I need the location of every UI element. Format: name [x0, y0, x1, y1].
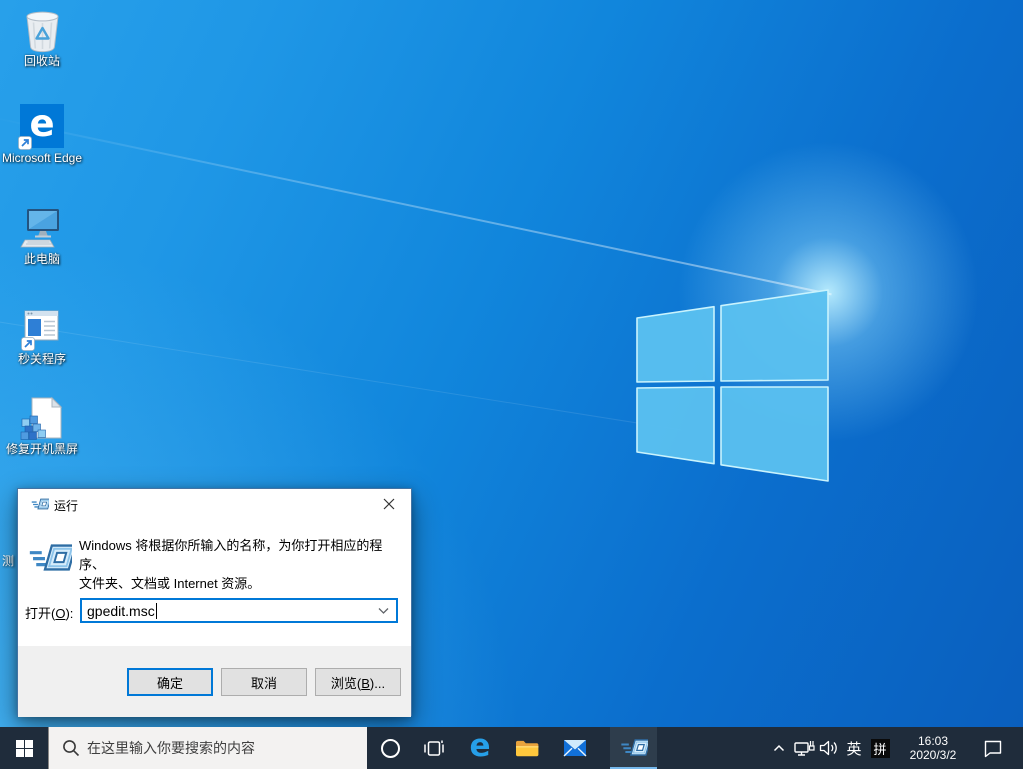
- run-dialog-titlebar[interactable]: 运行: [18, 489, 411, 519]
- run-dialog: 运行 Windows 将根据你所输入的名称，为你打开相应的程序、 文件夹、文档或…: [17, 488, 412, 716]
- taskbar-search-box[interactable]: [48, 727, 367, 769]
- app-window-icon: [19, 305, 65, 351]
- file-explorer-button[interactable]: [504, 727, 550, 769]
- desktop-icon-label: 修复开机黑屏: [0, 442, 84, 456]
- action-center-icon: [982, 738, 1004, 758]
- desktop-icon-microsoft-edge[interactable]: e Microsoft Edge: [0, 103, 84, 165]
- volume-tray-button[interactable]: [816, 727, 840, 769]
- shortcut-arrow-icon: [18, 136, 32, 150]
- run-icon: [620, 736, 648, 759]
- desktop-icon-label-partial: 测: [2, 552, 16, 569]
- windows-start-icon: [16, 740, 33, 757]
- close-icon: [383, 498, 395, 510]
- ok-button[interactable]: 确定: [127, 668, 213, 696]
- recycle-bin-icon: [19, 7, 65, 53]
- desktop-icon-label: Microsoft Edge: [0, 151, 84, 165]
- ime-pinyin-icon: 拼: [871, 739, 890, 758]
- dialog-title: 运行: [54, 497, 78, 514]
- dialog-footer: 确定 取消 浏览(B)...: [18, 646, 411, 717]
- desktop-icon-app-shortcut[interactable]: 秒关程序: [0, 305, 84, 366]
- task-view-button[interactable]: [412, 727, 456, 769]
- dialog-message: Windows 将根据你所输入的名称，为你打开相应的程序、 文件夹、文档或 In…: [79, 536, 399, 593]
- desktop-icon-label: 秒关程序: [0, 352, 84, 366]
- desktop-icon-label: 回收站: [0, 54, 84, 68]
- search-input[interactable]: [49, 727, 367, 769]
- network-tray-button[interactable]: [792, 727, 816, 769]
- edge-taskbar-button[interactable]: e: [458, 727, 502, 769]
- chevron-up-icon: [771, 741, 787, 755]
- registry-file-icon: [19, 395, 65, 441]
- this-pc-icon: [19, 205, 65, 251]
- ime-language-indicator[interactable]: 英: [842, 727, 866, 769]
- dialog-message-line2: 文件夹、文档或 Internet 资源。: [79, 574, 399, 593]
- run-icon-large: [28, 539, 72, 576]
- open-field-label: 打开(O):: [25, 603, 73, 622]
- dialog-message-line1: Windows 将根据你所输入的名称，为你打开相应的程序、: [79, 536, 399, 574]
- desktop-icon-this-pc[interactable]: 此电脑: [0, 205, 84, 266]
- open-input-value: gpedit.msc: [82, 603, 155, 619]
- mail-icon: [562, 737, 588, 759]
- desktop-icon-label: 此电脑: [0, 252, 84, 266]
- volume-icon: [818, 739, 839, 757]
- cortana-icon: [381, 739, 400, 758]
- edge-icon: e: [19, 104, 65, 150]
- task-view-icon: [422, 737, 446, 759]
- network-icon: [793, 739, 815, 758]
- clock-date: 2020/3/2: [910, 748, 957, 762]
- desktop-icon-recycle-bin[interactable]: 回收站: [0, 7, 84, 68]
- browse-button[interactable]: 浏览(B)...: [315, 668, 401, 696]
- clock-time: 16:03: [918, 734, 948, 748]
- ime-mode-indicator[interactable]: 拼: [868, 727, 892, 769]
- open-input[interactable]: gpedit.msc: [80, 598, 398, 623]
- start-button[interactable]: [0, 727, 48, 769]
- search-icon: [61, 738, 81, 758]
- run-app-taskbar-button[interactable]: [610, 727, 657, 769]
- edge-icon: e: [469, 731, 490, 761]
- run-icon: [31, 496, 49, 512]
- windows-logo: [630, 283, 835, 488]
- mail-button[interactable]: [552, 727, 598, 769]
- close-button[interactable]: [366, 489, 411, 518]
- chevron-down-icon[interactable]: [377, 605, 390, 617]
- wallpaper-light-beam: [0, 116, 832, 295]
- wallpaper-light-beam-2: [0, 320, 681, 430]
- taskbar: e 英: [0, 727, 1023, 769]
- folder-icon: [514, 737, 540, 759]
- cortana-button[interactable]: [368, 727, 412, 769]
- taskbar-clock[interactable]: 16:03 2020/3/2: [896, 727, 970, 769]
- text-caret: [156, 603, 157, 619]
- action-center-button[interactable]: [972, 727, 1014, 769]
- desktop-icon-registry-file[interactable]: 修复开机黑屏: [0, 395, 84, 456]
- tray-show-hidden-icons-button[interactable]: [768, 727, 790, 769]
- cancel-button[interactable]: 取消: [221, 668, 307, 696]
